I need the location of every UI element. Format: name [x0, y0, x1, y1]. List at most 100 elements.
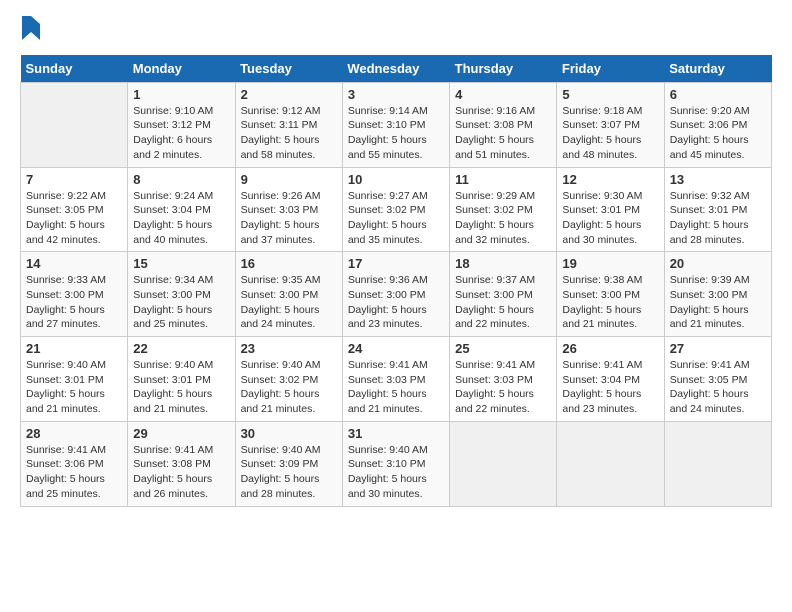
day-info: Sunrise: 9:40 AMSunset: 3:09 PMDaylight:… — [241, 443, 337, 502]
day-info: Sunrise: 9:40 AMSunset: 3:01 PMDaylight:… — [133, 358, 229, 417]
day-info: Sunrise: 9:20 AMSunset: 3:06 PMDaylight:… — [670, 104, 766, 163]
day-number: 24 — [348, 341, 444, 356]
day-info: Sunrise: 9:41 AMSunset: 3:04 PMDaylight:… — [562, 358, 658, 417]
day-info: Sunrise: 9:27 AMSunset: 3:02 PMDaylight:… — [348, 189, 444, 248]
day-info: Sunrise: 9:24 AMSunset: 3:04 PMDaylight:… — [133, 189, 229, 248]
day-info: Sunrise: 9:35 AMSunset: 3:00 PMDaylight:… — [241, 273, 337, 332]
day-cell: 3Sunrise: 9:14 AMSunset: 3:10 PMDaylight… — [342, 82, 449, 167]
day-number: 16 — [241, 256, 337, 271]
weekday-header-tuesday: Tuesday — [235, 55, 342, 83]
day-number: 8 — [133, 172, 229, 187]
calendar-body: 1 Sunrise: 9:10 AMSunset: 3:12 PMDaylight… — [21, 82, 772, 506]
day-number: 2 — [241, 87, 337, 102]
day-number: 7 — [26, 172, 122, 187]
weekday-header-monday: Monday — [128, 55, 235, 83]
weekday-row: SundayMondayTuesdayWednesdayThursdayFrid… — [21, 55, 772, 83]
day-number: 13 — [670, 172, 766, 187]
day-cell: 2 Sunrise: 9:12 AMSunset: 3:11 PMDaylight… — [235, 82, 342, 167]
logo-general — [20, 20, 40, 45]
day-number: 6 — [670, 87, 766, 102]
day-info: Sunrise: 9:37 AMSunset: 3:00 PMDaylight:… — [455, 273, 551, 332]
day-cell: 16 Sunrise: 9:35 AMSunset: 3:00 PMDayligh… — [235, 252, 342, 337]
day-number: 3 — [348, 87, 444, 102]
day-cell: 29Sunrise: 9:41 AMSunset: 3:08 PMDayligh… — [128, 421, 235, 506]
day-number: 4 — [455, 87, 551, 102]
day-info: Sunrise: 9:30 AMSunset: 3:01 PMDaylight:… — [562, 189, 658, 248]
day-cell — [557, 421, 664, 506]
day-info: Sunrise: 9:18 AMSunset: 3:07 PMDaylight:… — [562, 104, 658, 163]
day-cell: 9Sunrise: 9:26 AMSunset: 3:03 PMDaylight… — [235, 167, 342, 252]
day-cell: 31 Sunrise: 9:40 AMSunset: 3:10 PMDayligh… — [342, 421, 449, 506]
day-info: Sunrise: 9:41 AMSunset: 3:05 PMDaylight:… — [670, 358, 766, 417]
day-info: Sunrise: 9:36 AMSunset: 3:00 PMDaylight:… — [348, 273, 444, 332]
weekday-header-wednesday: Wednesday — [342, 55, 449, 83]
day-cell — [664, 421, 771, 506]
logo-text — [20, 20, 40, 45]
day-number: 20 — [670, 256, 766, 271]
day-info: Sunrise: 9:33 AMSunset: 3:00 PMDaylight:… — [26, 273, 122, 332]
day-info: Sunrise: 9:32 AMSunset: 3:01 PMDaylight:… — [670, 189, 766, 248]
day-number: 19 — [562, 256, 658, 271]
day-number: 12 — [562, 172, 658, 187]
day-number: 28 — [26, 426, 122, 441]
day-cell: 6 Sunrise: 9:20 AMSunset: 3:06 PMDaylight… — [664, 82, 771, 167]
day-cell: 25Sunrise: 9:41 AMSunset: 3:03 PMDayligh… — [450, 337, 557, 422]
day-cell: 18Sunrise: 9:37 AMSunset: 3:00 PMDayligh… — [450, 252, 557, 337]
day-number: 26 — [562, 341, 658, 356]
day-info: Sunrise: 9:41 AMSunset: 3:06 PMDaylight:… — [26, 443, 122, 502]
day-info: Sunrise: 9:12 AMSunset: 3:11 PMDaylight:… — [241, 104, 337, 163]
day-cell: 8 Sunrise: 9:24 AMSunset: 3:04 PMDaylight… — [128, 167, 235, 252]
weekday-header-saturday: Saturday — [664, 55, 771, 83]
day-info: Sunrise: 9:39 AMSunset: 3:00 PMDaylight:… — [670, 273, 766, 332]
day-cell — [450, 421, 557, 506]
day-number: 14 — [26, 256, 122, 271]
day-info: Sunrise: 9:22 AMSunset: 3:05 PMDaylight:… — [26, 189, 122, 248]
day-number: 11 — [455, 172, 551, 187]
page-header — [20, 20, 772, 45]
day-cell: 12 Sunrise: 9:30 AMSunset: 3:01 PMDayligh… — [557, 167, 664, 252]
week-row-5: 28 Sunrise: 9:41 AMSunset: 3:06 PMDayligh… — [21, 421, 772, 506]
day-info: Sunrise: 9:40 AMSunset: 3:02 PMDaylight:… — [241, 358, 337, 417]
day-cell: 28 Sunrise: 9:41 AMSunset: 3:06 PMDayligh… — [21, 421, 128, 506]
day-number: 15 — [133, 256, 229, 271]
logo — [20, 20, 40, 45]
day-cell: 14 Sunrise: 9:33 AMSunset: 3:00 PMDayligh… — [21, 252, 128, 337]
week-row-2: 7 Sunrise: 9:22 AMSunset: 3:05 PMDaylight… — [21, 167, 772, 252]
day-cell: 7 Sunrise: 9:22 AMSunset: 3:05 PMDaylight… — [21, 167, 128, 252]
day-cell: 1 Sunrise: 9:10 AMSunset: 3:12 PMDaylight… — [128, 82, 235, 167]
weekday-header-thursday: Thursday — [450, 55, 557, 83]
day-cell: 27Sunrise: 9:41 AMSunset: 3:05 PMDayligh… — [664, 337, 771, 422]
day-cell: 19Sunrise: 9:38 AMSunset: 3:00 PMDayligh… — [557, 252, 664, 337]
day-cell: 15 Sunrise: 9:34 AMSunset: 3:00 PMDayligh… — [128, 252, 235, 337]
day-info: Sunrise: 9:40 AMSunset: 3:10 PMDaylight:… — [348, 443, 444, 502]
day-cell: 13 Sunrise: 9:32 AMSunset: 3:01 PMDayligh… — [664, 167, 771, 252]
week-row-4: 21Sunrise: 9:40 AMSunset: 3:01 PMDayligh… — [21, 337, 772, 422]
day-cell: 30Sunrise: 9:40 AMSunset: 3:09 PMDayligh… — [235, 421, 342, 506]
day-info: Sunrise: 9:41 AMSunset: 3:03 PMDaylight:… — [348, 358, 444, 417]
week-row-1: 1 Sunrise: 9:10 AMSunset: 3:12 PMDaylight… — [21, 82, 772, 167]
day-info: Sunrise: 9:10 AMSunset: 3:12 PMDaylight:… — [133, 104, 229, 163]
week-row-3: 14 Sunrise: 9:33 AMSunset: 3:00 PMDayligh… — [21, 252, 772, 337]
day-number: 17 — [348, 256, 444, 271]
day-info: Sunrise: 9:34 AMSunset: 3:00 PMDaylight:… — [133, 273, 229, 332]
weekday-header-sunday: Sunday — [21, 55, 128, 83]
day-number: 5 — [562, 87, 658, 102]
day-cell: 20 Sunrise: 9:39 AMSunset: 3:00 PMDayligh… — [664, 252, 771, 337]
day-cell: 10 Sunrise: 9:27 AMSunset: 3:02 PMDayligh… — [342, 167, 449, 252]
day-info: Sunrise: 9:41 AMSunset: 3:03 PMDaylight:… — [455, 358, 551, 417]
day-info: Sunrise: 9:16 AMSunset: 3:08 PMDaylight:… — [455, 104, 551, 163]
day-cell — [21, 82, 128, 167]
day-info: Sunrise: 9:40 AMSunset: 3:01 PMDaylight:… — [26, 358, 122, 417]
day-info: Sunrise: 9:41 AMSunset: 3:08 PMDaylight:… — [133, 443, 229, 502]
day-cell: 11 Sunrise: 9:29 AMSunset: 3:02 PMDayligh… — [450, 167, 557, 252]
day-number: 10 — [348, 172, 444, 187]
day-number: 1 — [133, 87, 229, 102]
weekday-header-friday: Friday — [557, 55, 664, 83]
day-cell: 26 Sunrise: 9:41 AMSunset: 3:04 PMDayligh… — [557, 337, 664, 422]
day-number: 31 — [348, 426, 444, 441]
day-number: 22 — [133, 341, 229, 356]
day-cell: 23Sunrise: 9:40 AMSunset: 3:02 PMDayligh… — [235, 337, 342, 422]
day-info: Sunrise: 9:29 AMSunset: 3:02 PMDaylight:… — [455, 189, 551, 248]
day-cell: 5 Sunrise: 9:18 AMSunset: 3:07 PMDaylight… — [557, 82, 664, 167]
day-cell: 24 Sunrise: 9:41 AMSunset: 3:03 PMDayligh… — [342, 337, 449, 422]
